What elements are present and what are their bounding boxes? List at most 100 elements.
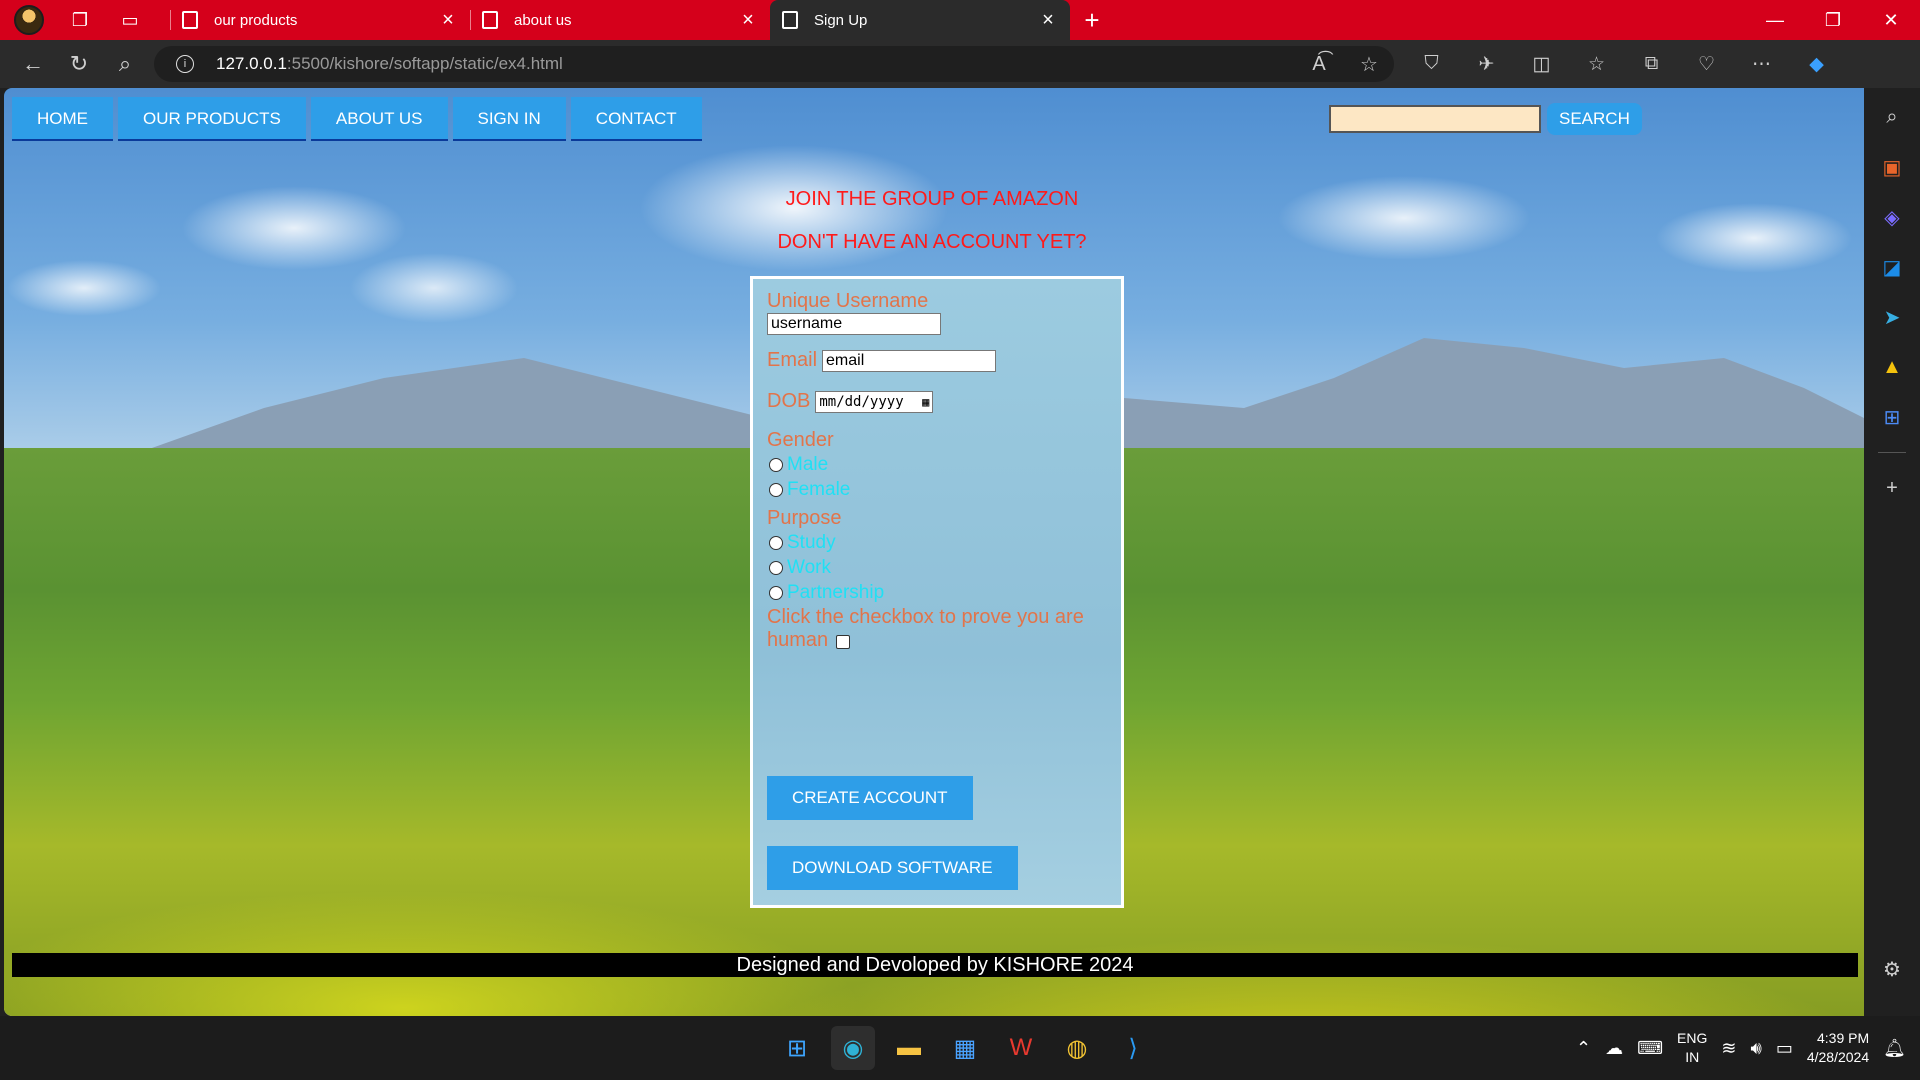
radio-label: Study xyxy=(787,531,836,553)
url-host: 127.0.0.1 xyxy=(216,54,287,73)
windows-taskbar: ⊞ ◉ ▬ ▦ W ◍ ⟩ ⌃ ☁ ⌨ ENG IN ≋ 🔊︎ ▭ 4:39 P… xyxy=(0,1016,1920,1080)
browser-toolbar: ← ↻ ⌕ i 127.0.0.1:5500/kishore/softapp/s… xyxy=(0,40,1920,88)
clock[interactable]: 4:39 PM 4/28/2024 xyxy=(1807,1029,1869,1067)
tab-label: our products xyxy=(214,11,298,29)
new-tab-icon[interactable]: + xyxy=(1070,5,1114,36)
tab-label: about us xyxy=(514,11,572,29)
lang-code: ENG xyxy=(1677,1030,1708,1046)
vscode-icon[interactable]: ⟩ xyxy=(1111,1026,1155,1070)
close-icon[interactable]: × xyxy=(1038,9,1058,32)
wifi-icon[interactable]: ≋ xyxy=(1721,1038,1736,1059)
main-nav: HOME OUR PRODUCTS ABOUT US SIGN IN CONTA… xyxy=(12,97,702,141)
download-software-button[interactable]: DOWNLOAD SOFTWARE xyxy=(767,846,1018,890)
collections-icon[interactable]: ⧉ xyxy=(1624,53,1679,75)
file-explorer-icon[interactable]: ▬ xyxy=(887,1026,931,1070)
more-icon[interactable]: ⋯ xyxy=(1734,53,1789,76)
chrome-icon[interactable]: ◍ xyxy=(1055,1026,1099,1070)
radio-button[interactable] xyxy=(769,482,783,497)
nav-contact[interactable]: CONTACT xyxy=(570,97,702,141)
create-account-button[interactable]: CREATE ACCOUNT xyxy=(767,776,973,820)
split-screen-icon[interactable]: ◫ xyxy=(1514,53,1569,76)
username-label: Unique Username xyxy=(767,290,929,312)
nav-our-products[interactable]: OUR PRODUCTS xyxy=(118,97,306,141)
favorites-icon[interactable]: ☆ xyxy=(1569,53,1624,76)
battery-icon[interactable]: ▭ xyxy=(1776,1038,1793,1059)
join-heading: JOIN THE GROUP OF AMAZON xyxy=(4,188,1864,211)
dob-placeholder: mm/dd/yyyy xyxy=(819,393,904,410)
store-icon[interactable]: ▦ xyxy=(943,1026,987,1070)
minimize-icon[interactable]: — xyxy=(1746,10,1804,31)
notification-bell-icon[interactable]: 🔔︎ xyxy=(1883,1038,1906,1059)
settings-gear-icon[interactable]: ⚙ xyxy=(1877,954,1907,984)
add-icon[interactable]: + xyxy=(1877,473,1907,503)
copilot-sidebar-icon[interactable]: ◈ xyxy=(1877,202,1907,232)
email-field[interactable] xyxy=(822,349,997,372)
drive-icon[interactable]: ▲ xyxy=(1877,352,1907,382)
tab-about-us[interactable]: about us × xyxy=(470,0,770,40)
nav-sign-in[interactable]: SIGN IN xyxy=(452,97,566,141)
radio-button[interactable] xyxy=(769,457,783,472)
site-info-icon[interactable]: i xyxy=(176,55,194,73)
time-text: 4:39 PM xyxy=(1817,1030,1870,1046)
address-bar[interactable]: i 127.0.0.1:5500/kishore/softapp/static/… xyxy=(154,46,1394,82)
url-path: :5500/kishore/softapp/static/ex4.html xyxy=(286,54,563,73)
nav-home[interactable]: HOME xyxy=(12,97,113,141)
favorite-star-icon[interactable]: ☆ xyxy=(1344,52,1394,77)
radio-button[interactable] xyxy=(769,535,783,550)
workspaces-icon[interactable]: ❐ xyxy=(66,6,94,34)
onedrive-icon[interactable]: ☁ xyxy=(1605,1038,1623,1059)
close-icon[interactable]: × xyxy=(738,9,758,32)
edge-browser-icon[interactable]: ◉ xyxy=(831,1026,875,1070)
sidebar-search-icon[interactable]: ⌕ xyxy=(1877,102,1907,132)
back-icon[interactable]: ← xyxy=(10,51,56,77)
extension-icon[interactable]: ✈ xyxy=(1459,53,1514,76)
show-hidden-icon[interactable]: ⌃ xyxy=(1576,1038,1591,1059)
telegram-icon[interactable]: ➤ xyxy=(1877,302,1907,332)
refresh-icon[interactable]: ↻ xyxy=(56,51,102,77)
translate-icon[interactable]: ⊞ xyxy=(1877,402,1907,432)
page-footer: Designed and Devoloped by KISHORE 2024 xyxy=(12,953,1858,977)
read-aloud-icon[interactable]: A͡ xyxy=(1294,53,1344,76)
search-button[interactable]: SEARCH xyxy=(1547,103,1642,135)
tab-actions-icon[interactable]: ▭ xyxy=(116,6,144,34)
tab-sign-up[interactable]: Sign Up × xyxy=(770,0,1070,40)
outlook-icon[interactable]: ◪ xyxy=(1877,252,1907,282)
human-checkbox[interactable] xyxy=(836,634,851,649)
performance-icon[interactable]: ♡ xyxy=(1679,53,1734,76)
dob-field[interactable]: mm/dd/yyyy ▦ xyxy=(815,390,934,413)
purpose-label: Purpose xyxy=(767,507,842,529)
heading-text: DON'T HAVE AN ACCOUNT YET? xyxy=(777,231,1087,253)
region-code: IN xyxy=(1685,1049,1700,1065)
start-icon[interactable]: ⊞ xyxy=(775,1026,819,1070)
nav-about-us[interactable]: ABOUT US xyxy=(310,97,448,141)
radio-button[interactable] xyxy=(769,585,783,600)
radio-button[interactable] xyxy=(769,560,783,575)
radio-label: Female xyxy=(787,478,851,500)
profile-avatar[interactable] xyxy=(14,5,44,35)
purpose-option-work[interactable]: Work xyxy=(767,555,884,580)
gender-option-female[interactable]: Female xyxy=(767,477,850,502)
username-field[interactable] xyxy=(767,313,941,335)
gender-option-male[interactable]: Male xyxy=(767,452,850,477)
volume-icon[interactable]: 🔊︎ xyxy=(1750,1038,1761,1059)
restore-icon[interactable]: ❐ xyxy=(1804,10,1862,31)
edge-sidebar: ⌕ ▣ ◈ ◪ ➤ ▲ ⊞ + ⚙ xyxy=(1864,88,1920,1016)
wps-office-icon[interactable]: W xyxy=(999,1026,1043,1070)
page-icon xyxy=(782,11,798,29)
purpose-option-partnership[interactable]: Partnership xyxy=(767,580,884,605)
tab-our-products[interactable]: our products × xyxy=(170,0,470,40)
close-icon[interactable]: × xyxy=(438,9,458,32)
language-indicator[interactable]: ENG IN xyxy=(1677,1029,1707,1067)
search-input[interactable] xyxy=(1329,105,1541,133)
calendar-icon[interactable]: ▦ xyxy=(922,395,929,409)
copilot-icon[interactable]: ◆ xyxy=(1789,53,1844,76)
window-close-icon[interactable]: ✕ xyxy=(1862,10,1920,31)
touch-keyboard-icon[interactable]: ⌨ xyxy=(1637,1038,1663,1059)
shopping-icon[interactable]: ▣ xyxy=(1877,152,1907,182)
browser-titlebar: ❐ ▭ our products × about us × Sign Up × … xyxy=(0,0,1920,40)
search-icon[interactable]: ⌕ xyxy=(102,51,148,77)
shield-icon[interactable]: ⛉ xyxy=(1404,53,1459,75)
purpose-option-study[interactable]: Study xyxy=(767,530,884,555)
search-area: SEARCH xyxy=(1329,103,1642,135)
radio-label: Work xyxy=(787,556,831,578)
